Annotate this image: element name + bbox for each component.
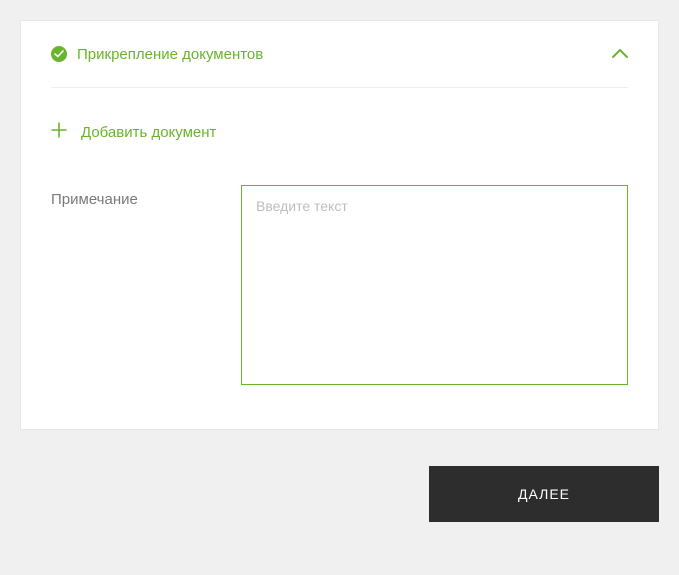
note-textarea[interactable] <box>241 185 628 385</box>
check-circle-icon <box>51 46 67 62</box>
note-row: Примечание <box>21 165 658 429</box>
plus-icon <box>51 122 67 143</box>
panel-header-left: Прикрепление документов <box>51 46 263 63</box>
add-document-button[interactable]: Добавить документ <box>21 88 658 165</box>
footer: ДАЛЕЕ <box>20 466 659 522</box>
note-label: Примечание <box>51 185 231 208</box>
attach-documents-panel: Прикрепление документов Добавить докумен… <box>20 20 659 430</box>
chevron-up-icon[interactable] <box>612 45 628 63</box>
panel-title: Прикрепление документов <box>77 46 263 63</box>
panel-header[interactable]: Прикрепление документов <box>21 21 658 87</box>
next-button[interactable]: ДАЛЕЕ <box>429 466 659 522</box>
add-document-label: Добавить документ <box>81 124 216 141</box>
